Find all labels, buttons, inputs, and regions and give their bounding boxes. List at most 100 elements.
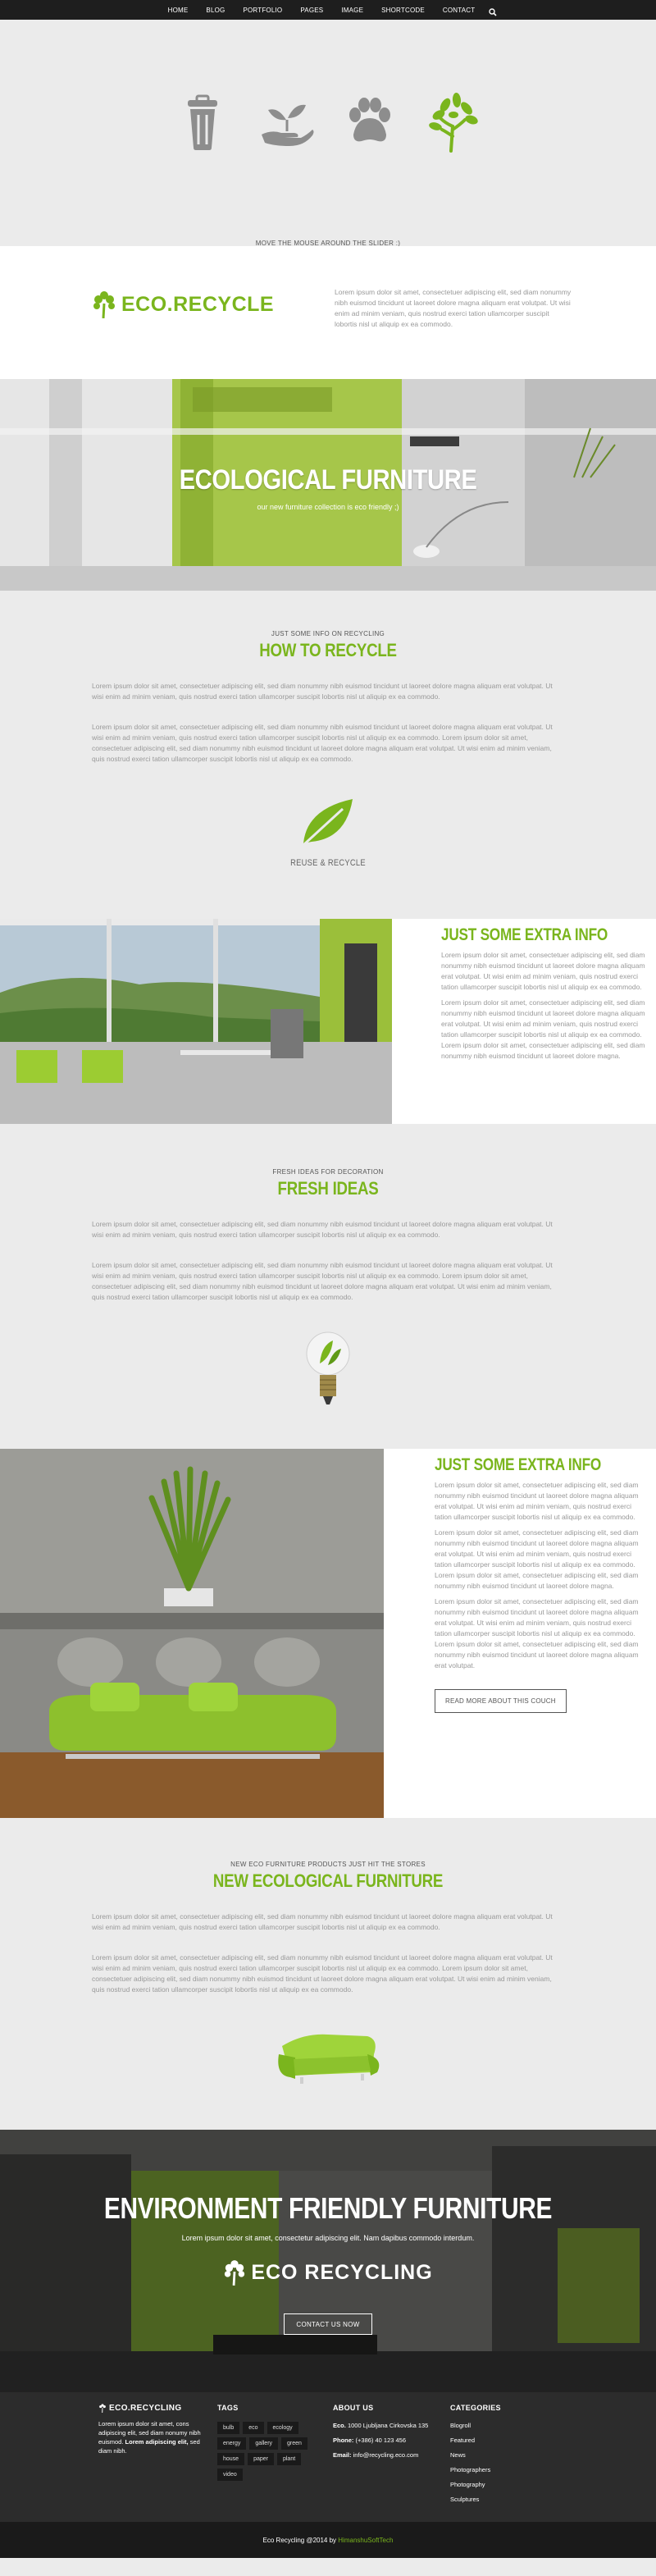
hand-seedling-icon [253, 89, 319, 154]
category-link[interactable]: Blogroll [450, 2422, 501, 2429]
phone-line: Phone: (+386) 40 123 456 [333, 2437, 456, 2444]
eco-recycle-logo[interactable]: ECO.RECYCLE [92, 290, 274, 318]
section-paragraph: Lorem ipsum dolor sit amet, consectetuer… [92, 723, 553, 763]
footer-about-us-col: ABOUT US Eco. 1000 Ljubljana Cirkovska 1… [333, 2404, 456, 2466]
section-kicker: JUST SOME INFO ON RECYCLING [271, 630, 385, 637]
tag[interactable]: ecology [266, 2422, 298, 2434]
phone-label: Phone: [333, 2437, 354, 2444]
search-icon[interactable] [489, 6, 497, 16]
tags-heading: TAGS [217, 2404, 239, 2412]
tree-logo-icon [93, 291, 115, 318]
lightbulb-icon [303, 1329, 353, 1408]
tag[interactable]: bulb [217, 2422, 240, 2434]
brand-intro: ECO.RECYCLE Lorem ipsum dolor sit amet, … [0, 246, 656, 379]
paw-icon [337, 89, 403, 154]
office-room-image [0, 919, 392, 1124]
phone-value: (+386) 40 123 456 [355, 2437, 407, 2444]
green-couch-room-image [0, 1449, 384, 1818]
category-link[interactable]: News [450, 2451, 501, 2459]
page: HOME BLOG PORTFOLIO PAGES IMAGE SHORTCOD… [0, 0, 656, 2576]
footer-about-bold: Lorem adipiscing elit, [125, 2438, 189, 2446]
section-title: NEW ECOLOGICAL FURNITURE [212, 1870, 444, 1891]
extra-info-panel: JUST SOME EXTRA INFO Lorem ipsum dolor s… [435, 1455, 656, 1713]
extra-info-title: JUST SOME EXTRA INFO [441, 925, 608, 944]
section-title: HOW TO RECYCLE [259, 640, 397, 660]
banner-subtitle: Lorem ipsum dolor sit amet, consectetur … [181, 2234, 475, 2242]
tree-icon [421, 89, 486, 154]
new-furniture-section: NEW ECO FURNITURE PRODUCTS JUST HIT THE … [0, 1818, 656, 2130]
tag[interactable]: paper [248, 2453, 274, 2465]
extra-info-paragraph: Lorem ipsum dolor sit amet, consectetuer… [441, 998, 645, 1060]
category-link[interactable]: Photographers [450, 2466, 501, 2473]
extra-info-section-1: JUST SOME EXTRA INFO Lorem ipsum dolor s… [0, 919, 656, 1124]
tag-cloud: bulb eco ecology energy gallery green ho… [217, 2422, 319, 2481]
category-link[interactable]: Featured [450, 2437, 501, 2444]
banner-title: ENVIRONMENT FRIENDLY FURNITURE [103, 2191, 553, 2225]
author-link[interactable]: HimanshuSoftTech [338, 2537, 393, 2544]
email-label: Email: [333, 2451, 352, 2459]
section-kicker: NEW ECO FURNITURE PRODUCTS JUST HIT THE … [230, 1861, 426, 1868]
tag[interactable]: plant [276, 2453, 302, 2465]
section-title: FRESH IDEAS [277, 1178, 379, 1199]
footer-logo[interactable]: ECO.RECYCLING [98, 2404, 202, 2413]
banner-logo-text: ECO RECYCLING [251, 2260, 433, 2284]
top-nav: HOME BLOG PORTFOLIO PAGES IMAGE SHORTCOD… [0, 0, 656, 20]
read-more-couch-button[interactable]: READ MORE ABOUT THIS COUCH [435, 1689, 567, 1713]
address-label: Eco. [333, 2422, 346, 2429]
section-paragraph: Lorem ipsum dolor sit amet, consectetuer… [92, 1220, 553, 1239]
category-link[interactable]: Sculptures [450, 2496, 501, 2503]
tag[interactable]: energy [217, 2437, 247, 2450]
nav-item-image[interactable]: IMAGE [332, 7, 372, 14]
nav-item-contact[interactable]: CONTACT [434, 7, 484, 14]
categories-heading: CATEGORIES [450, 2404, 501, 2412]
nav-item-home[interactable]: HOME [159, 7, 198, 14]
section-paragraph: Lorem ipsum dolor sit amet, consectetuer… [92, 682, 553, 701]
leaf-icon [295, 794, 361, 852]
email-link[interactable]: info@recycling.eco.com [353, 2451, 419, 2459]
tree-logo-icon [99, 2404, 106, 2413]
icon-slider[interactable]: MOVE THE MOUSE AROUND THE SLIDER :) [0, 20, 656, 247]
tag[interactable]: gallery [249, 2437, 279, 2450]
nav-item-portfolio[interactable]: PORTFOLIO [234, 7, 291, 14]
address-line: Eco. 1000 Ljubljana Cirkovska 135 [333, 2422, 456, 2429]
email-line: Email: info@recycling.eco.com [333, 2451, 456, 2459]
footer: ECO.RECYCLING Lorem ipsum dolor sit amet… [0, 2392, 656, 2522]
tag[interactable]: green [281, 2437, 308, 2450]
hero-subtitle: our new furniture collection is eco frie… [257, 503, 399, 511]
extra-info-paragraph: Lorem ipsum dolor sit amet, consectetuer… [435, 1597, 639, 1669]
reuse-recycle-label: REUSE & RECYCLE [290, 858, 366, 868]
copyright-bar: Eco Recycling @2014 by HimanshuSoftTech [0, 2522, 656, 2558]
nav-item-shortcode[interactable]: SHORTCODE [372, 7, 434, 14]
footer-categories-col: CATEGORIES Blogroll Featured News Photog… [450, 2404, 501, 2510]
copyright-text: Eco Recycling @2014 by [262, 2536, 337, 2544]
trash-can-icon [170, 89, 235, 154]
green-sofa-icon [271, 2021, 385, 2087]
tag[interactable]: eco [243, 2422, 264, 2434]
extra-info-panel: JUST SOME EXTRA INFO Lorem ipsum dolor s… [441, 925, 656, 1062]
tag[interactable]: video [217, 2469, 243, 2481]
footer-about-col: ECO.RECYCLING Lorem ipsum dolor sit amet… [98, 2404, 202, 2455]
about-us-heading: ABOUT US [333, 2404, 374, 2412]
extra-info-title: JUST SOME EXTRA INFO [435, 1455, 602, 1474]
hero-banner: ECOLOGICAL FURNITURE our new furniture c… [0, 379, 656, 591]
logo-text: ECO.RECYCLE [121, 292, 275, 316]
address-value: 1000 Ljubljana Cirkovska 135 [347, 2422, 429, 2429]
nav-item-pages[interactable]: PAGES [291, 7, 332, 14]
section-kicker: FRESH IDEAS FOR DECORATION [272, 1168, 384, 1176]
environment-friendly-banner: ENVIRONMENT FRIENDLY FURNITURE Lorem ips… [0, 2130, 656, 2392]
eco-recycling-logo[interactable]: ECO RECYCLING [0, 2259, 656, 2286]
hero-title: ECOLOGICAL FURNITURE [179, 464, 477, 496]
extra-info-paragraph: Lorem ipsum dolor sit amet, consectetuer… [435, 1528, 639, 1590]
extra-info-section-2: JUST SOME EXTRA INFO Lorem ipsum dolor s… [0, 1449, 656, 1818]
category-link[interactable]: Photography [450, 2481, 501, 2488]
fresh-ideas-section: FRESH IDEAS FOR DECORATION FRESH IDEAS L… [0, 1124, 656, 1449]
footer-tags-col: TAGS bulb eco ecology energy gallery gre… [217, 2404, 319, 2481]
section-paragraph: Lorem ipsum dolor sit amet, consectetuer… [92, 1261, 553, 1301]
contact-us-button[interactable]: CONTACT US NOW [284, 2313, 372, 2335]
extra-info-paragraph: Lorem ipsum dolor sit amet, consectetuer… [441, 951, 645, 991]
section-paragraph: Lorem ipsum dolor sit amet, consectetuer… [92, 1953, 553, 1994]
tag[interactable]: house [217, 2453, 245, 2465]
nav-item-blog[interactable]: BLOG [197, 7, 234, 14]
footer-logo-text: ECO.RECYCLING [109, 2404, 182, 2413]
section-paragraph: Lorem ipsum dolor sit amet, consectetuer… [92, 1912, 553, 1931]
